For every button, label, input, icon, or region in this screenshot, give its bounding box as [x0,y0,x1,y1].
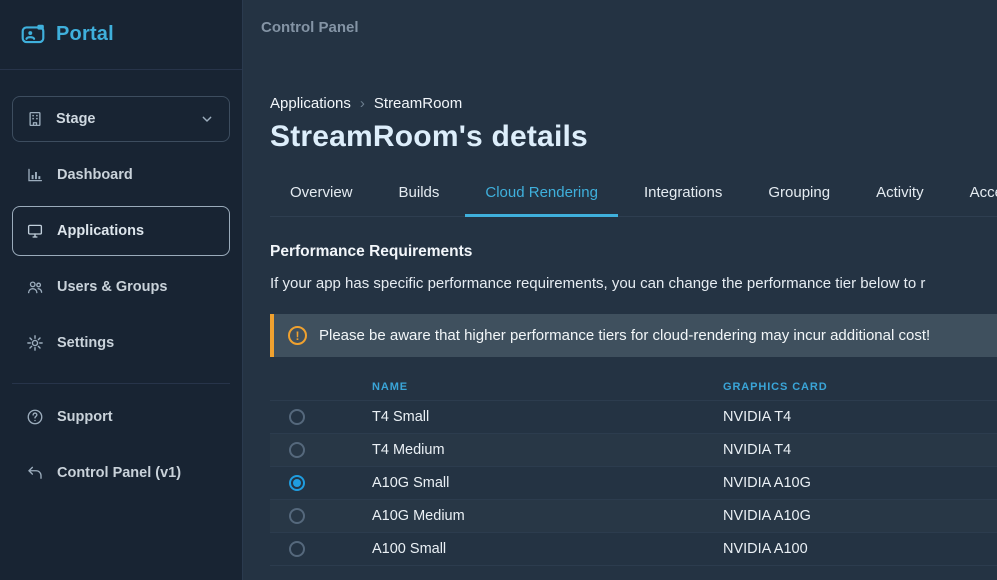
sidebar-item-label: Settings [57,335,114,351]
tab-overview[interactable]: Overview [270,184,373,217]
tier-name: T4 Medium [372,442,723,458]
logo-text: Portal [56,23,114,46]
sidebar-item-label: Applications [57,223,144,239]
breadcrumb-item-streamroom: StreamRoom [374,95,462,112]
performance-tier-table: NAME GRAPHICS CARD T4 Small NVIDIA T4 T4… [270,373,997,566]
sidebar-item-dashboard[interactable]: Dashboard [12,150,230,200]
sidebar-item-users-groups[interactable]: Users & Groups [12,262,230,312]
portal-logo-icon [20,22,46,48]
tier-radio[interactable] [289,508,305,524]
building-icon [26,110,44,128]
sidebar-divider [12,383,230,384]
users-icon [26,278,44,296]
sidebar-item-label: Dashboard [57,167,133,183]
column-header-name: NAME [372,381,723,393]
tier-name: A100 Small [372,541,723,557]
tab-integrations[interactable]: Integrations [624,184,742,217]
settings-gear-icon [26,334,44,352]
sidebar-item-control-panel-v1[interactable]: Control Panel (v1) [12,448,230,498]
tier-name: A10G Medium [372,508,723,524]
portal-logo[interactable]: Portal [0,0,242,70]
tier-radio[interactable] [289,409,305,425]
sidebar-item-label: Control Panel (v1) [57,465,181,481]
tier-name: A10G Small [372,475,723,491]
tier-gpu: NVIDIA A100 [723,541,997,557]
breadcrumb-item-applications[interactable]: Applications [270,95,351,112]
sidebar: Portal Stage [0,0,243,580]
section-heading: Performance Requirements [270,243,997,261]
tab-grouping[interactable]: Grouping [748,184,850,217]
tier-gpu: NVIDIA T4 [723,409,997,425]
help-circle-icon [26,408,44,426]
tier-radio[interactable] [289,475,305,491]
table-row-t4-medium[interactable]: T4 Medium NVIDIA T4 [270,434,997,467]
tier-radio[interactable] [289,442,305,458]
main-area: Control Panel Applications › StreamRoom … [243,0,997,580]
dashboard-icon [26,166,44,184]
table-row-a10g-medium[interactable]: A10G Medium NVIDIA A10G [270,500,997,533]
column-header-graphics-card: GRAPHICS CARD [723,381,997,393]
sidebar-item-applications[interactable]: Applications [12,206,230,256]
tier-gpu: NVIDIA A10G [723,508,997,524]
applications-icon [26,222,44,240]
tab-builds[interactable]: Builds [379,184,460,217]
sidebar-item-support[interactable]: Support [12,392,230,442]
tier-radio[interactable] [289,541,305,557]
page-title: StreamRoom's details [270,120,997,154]
tab-access[interactable]: Access [950,184,997,217]
tab-activity[interactable]: Activity [856,184,944,217]
warning-banner: ! Please be aware that higher performanc… [270,314,997,357]
back-arrow-icon [26,464,44,482]
breadcrumb-separator-icon: › [360,95,365,112]
sidebar-item-label: Users & Groups [57,279,167,295]
tab-bar: Overview Builds Cloud Rendering Integrat… [270,184,997,217]
section-description: If your app has specific performance req… [270,275,997,292]
table-row-t4-small[interactable]: T4 Small NVIDIA T4 [270,401,997,434]
content: Applications › StreamRoom StreamRoom's d… [243,55,997,580]
sidebar-item-label: Support [57,409,113,425]
warning-circle-icon: ! [288,326,307,345]
table-header-row: NAME GRAPHICS CARD [270,373,997,401]
warning-text: Please be aware that higher performance … [319,327,930,344]
tier-name: T4 Small [372,409,723,425]
table-row-a10g-small[interactable]: A10G Small NVIDIA A10G [270,467,997,500]
table-row-a100-small[interactable]: A100 Small NVIDIA A100 [270,533,997,566]
sidebar-item-settings[interactable]: Settings [12,318,230,368]
tier-gpu: NVIDIA A10G [723,475,997,491]
tab-cloud-rendering[interactable]: Cloud Rendering [465,184,618,217]
breadcrumb: Applications › StreamRoom [270,95,997,112]
top-header: Control Panel [243,0,997,55]
stage-selector[interactable]: Stage [12,96,230,142]
header-title: Control Panel [261,19,359,36]
chevron-down-icon [199,111,215,127]
tier-gpu: NVIDIA T4 [723,442,997,458]
stage-label: Stage [56,111,187,127]
